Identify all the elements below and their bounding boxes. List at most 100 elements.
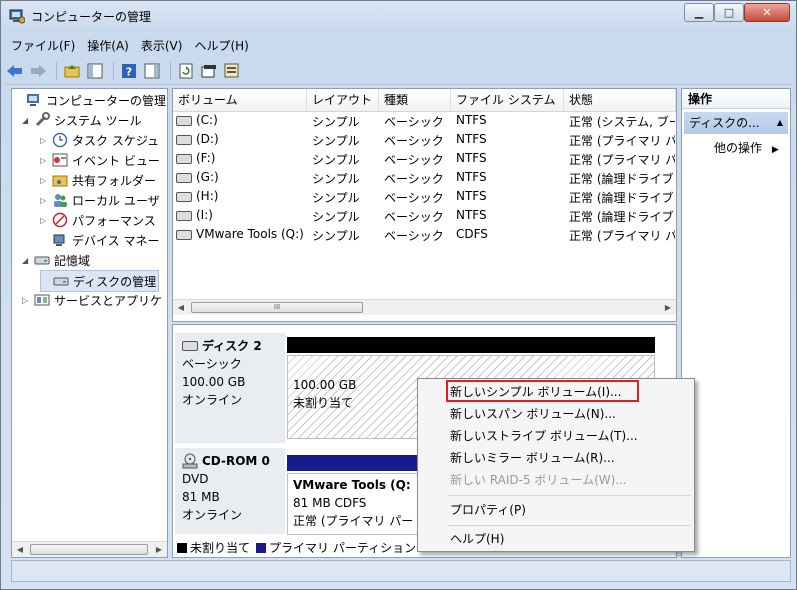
column-header-status[interactable]: 状態 <box>564 89 676 111</box>
disk-title-row: ディスク 2 <box>182 337 285 355</box>
tree-item-device-manager[interactable]: デバイス マネー <box>40 230 159 250</box>
export-icon[interactable] <box>222 61 242 81</box>
disk-status: オンライン <box>182 393 243 407</box>
window-title: コンピューターの管理 <box>31 10 152 24</box>
tree-item-label: デバイス マネー <box>72 233 160 248</box>
menu-view[interactable]: 表示(V) <box>135 35 189 55</box>
menu-item-new-mirrored-volume[interactable]: 新しいミラー ボリューム(R)... <box>450 448 615 468</box>
menu-item-help[interactable]: ヘルプ(H) <box>450 529 504 549</box>
tree-item-label: イベント ビュー <box>72 153 160 168</box>
menu-file[interactable]: ファイル(F) <box>5 35 81 55</box>
maximize-button[interactable]: □ <box>714 3 744 22</box>
menu-item-new-striped-volume[interactable]: 新しいストライプ ボリューム(T)... <box>450 426 638 446</box>
volume-status: 正常 (プライマリ パ <box>569 134 675 148</box>
device-manager-icon <box>52 232 68 248</box>
actions-more-actions[interactable]: 他の操作 ▶ <box>714 139 779 156</box>
scroll-thumb[interactable]: III <box>191 302 363 313</box>
volume-row[interactable]: (H:) シンプル ベーシック NTFS 正常 (論理ドライブ <box>173 188 676 207</box>
volume-name: (G:) <box>196 170 219 184</box>
expand-arrow-icon[interactable]: ▷ <box>40 176 50 185</box>
disk-legend: 未割り当て プライマリ パーティション <box>177 539 416 556</box>
volume-name-cell: (D:) <box>176 132 308 146</box>
volume-name: (F:) <box>196 151 216 165</box>
tree-item-label: コンピューターの管理 ( <box>46 93 168 108</box>
refresh-icon[interactable] <box>176 61 196 81</box>
primary-partition-bar <box>287 455 417 471</box>
disk-info-disk2[interactable]: ディスク 2 ベーシック 100.00 GB オンライン <box>175 333 285 443</box>
tree-item-services-and-apps[interactable]: ▷ サービスとアプリケ <box>22 290 162 310</box>
tree-item-storage[interactable]: ◢ 記憶域 <box>22 250 90 270</box>
back-arrow-icon[interactable] <box>5 61 25 81</box>
volume-row[interactable]: (G:) シンプル ベーシック NTFS 正常 (論理ドライブ <box>173 169 676 188</box>
tree-item-local-users[interactable]: ▷ ローカル ユーザ <box>40 190 160 210</box>
up-folder-icon[interactable] <box>62 61 82 81</box>
menu-item-new-simple-volume[interactable]: 新しいシンプル ボリューム(I)... <box>450 382 621 402</box>
volume-name-cell: (G:) <box>176 170 308 184</box>
volume-name: (I:) <box>196 208 213 222</box>
cdrom-partition[interactable]: VMware Tools (Q: 81 MB CDFS 正常 (プライマリ パー <box>287 473 427 535</box>
actions-disk-management[interactable]: ディスクの... ▲ <box>684 112 788 134</box>
volume-row[interactable]: VMware Tools (Q:) シンプル ベーシック CDFS 正常 (プライマリ … <box>173 226 676 245</box>
menu-item-properties[interactable]: プロパティ(P) <box>450 500 526 520</box>
disk-size: 100.00 GB <box>182 375 246 389</box>
volume-filesystem: NTFS <box>456 113 487 127</box>
tree-horizontal-scrollbar[interactable]: ◀ ▶ <box>12 541 167 557</box>
scroll-left-icon[interactable]: ◀ <box>173 300 189 315</box>
minimize-button[interactable]: ▁ <box>684 3 714 22</box>
collapse-arrow-icon[interactable]: ◢ <box>22 256 32 265</box>
submenu-arrow-icon: ▶ <box>771 145 779 155</box>
properties-pane-icon[interactable] <box>142 61 162 81</box>
menu-item-new-spanned-volume[interactable]: 新しいスパン ボリューム(N)... <box>450 404 616 424</box>
column-header-volume[interactable]: ボリューム <box>173 89 307 111</box>
column-header-layout[interactable]: レイアウト <box>307 89 379 111</box>
menu-bar: ファイル(F) 操作(A) 表示(V) ヘルプ(H) <box>5 35 255 55</box>
expand-arrow-icon[interactable]: ▷ <box>40 136 50 145</box>
volume-row[interactable]: (I:) シンプル ベーシック NTFS 正常 (論理ドライブ <box>173 207 676 226</box>
computer-management-icon <box>9 9 25 24</box>
expand-arrow-icon[interactable]: ▷ <box>40 216 50 225</box>
expand-arrow-icon[interactable]: ▷ <box>22 296 32 305</box>
scroll-thumb[interactable] <box>30 544 148 555</box>
tree-item-disk-management[interactable]: ディスクの管理 <box>40 270 160 292</box>
volume-horizontal-scrollbar[interactable]: ◀ III ▶ <box>173 299 676 315</box>
tree-item-performance[interactable]: ▷ パフォーマンス <box>40 210 156 230</box>
tree-item-system-tools[interactable]: ◢ システム ツール <box>22 110 141 130</box>
actions-more-label: 他の操作 <box>714 141 763 155</box>
menu-action[interactable]: 操作(A) <box>81 35 135 55</box>
column-header-type[interactable]: 種類 <box>379 89 451 111</box>
tree-item-event-viewer[interactable]: ▷ イベント ビュー <box>40 150 160 170</box>
volume-row[interactable]: (F:) シンプル ベーシック NTFS 正常 (プライマリ パ <box>173 150 676 169</box>
expand-arrow-icon[interactable]: ▷ <box>40 156 50 165</box>
collapse-arrow-icon[interactable]: ◢ <box>22 116 32 125</box>
toolbar: ? <box>5 58 792 85</box>
tree-item-label: ディスクの管理 <box>73 274 157 289</box>
show-tree-icon[interactable] <box>85 61 105 81</box>
volume-status: 正常 (論理ドライブ <box>569 172 674 186</box>
toolbar-separator <box>56 62 57 80</box>
volume-drive-icon <box>176 191 192 202</box>
scroll-right-icon[interactable]: ▶ <box>151 542 167 557</box>
close-button[interactable]: ✕ <box>744 3 790 22</box>
title-bar[interactable]: コンピューターの管理 ▁ □ ✕ <box>1 1 796 31</box>
svg-text:?: ? <box>126 66 132 79</box>
tree-item-computer-management[interactable]: コンピューターの管理 ( <box>14 90 168 110</box>
volume-row[interactable]: (C:) シンプル ベーシック NTFS 正常 (システム, ブー <box>173 112 676 131</box>
volume-filesystem: CDFS <box>456 227 488 241</box>
tree-item-shared-folders[interactable]: ▷ 共有フォルダー <box>40 170 156 190</box>
volume-drive-icon <box>176 210 192 221</box>
scroll-left-icon[interactable]: ◀ <box>12 542 28 557</box>
properties-icon[interactable] <box>199 61 219 81</box>
volume-row[interactable]: (D:) シンプル ベーシック NTFS 正常 (プライマリ パ <box>173 131 676 150</box>
legend-label-primary: プライマリ パーティション <box>269 541 417 555</box>
scroll-right-icon[interactable]: ▶ <box>660 300 676 315</box>
help-icon[interactable]: ? <box>119 61 139 81</box>
clock-icon <box>52 132 68 148</box>
disk-info-cdrom0[interactable]: CD-ROM 0 DVD 81 MB オンライン <box>175 448 285 534</box>
forward-arrow-icon[interactable] <box>28 61 48 81</box>
volume-name-cell: VMware Tools (Q:) <box>176 227 308 241</box>
expand-arrow-icon[interactable]: ▷ <box>40 196 50 205</box>
volume-layout: シンプル <box>312 134 360 148</box>
tree-item-task-scheduler[interactable]: ▷ タスク スケジュ <box>40 130 159 150</box>
menu-help[interactable]: ヘルプ(H) <box>188 35 254 55</box>
column-header-filesystem[interactable]: ファイル システム <box>451 89 564 111</box>
